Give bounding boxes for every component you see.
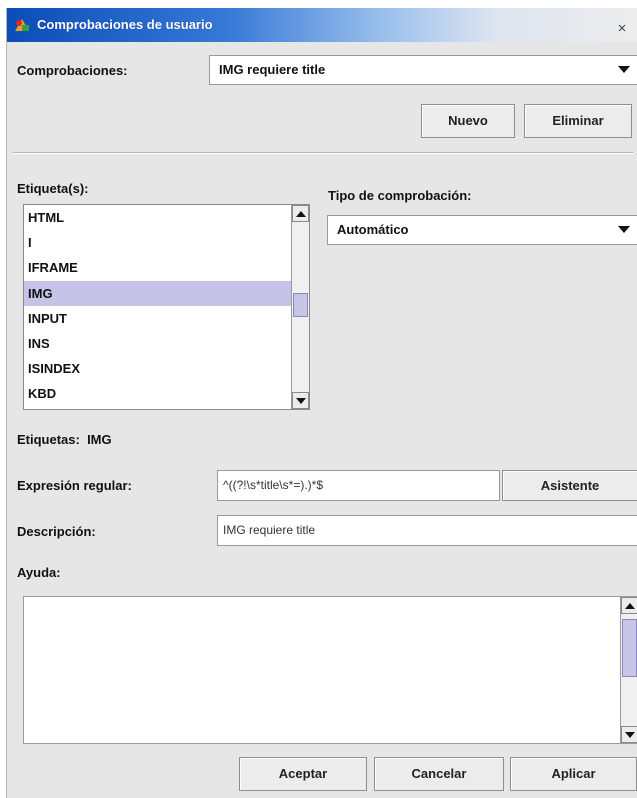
list-item-selected[interactable]: IMG bbox=[24, 280, 291, 306]
scroll-thumb[interactable] bbox=[622, 619, 637, 677]
scroll-up-icon[interactable] bbox=[621, 597, 637, 614]
dialog-window: Comprobaciones de usuario × Comprobacion… bbox=[6, 8, 637, 798]
tags-scrollbar[interactable] bbox=[291, 205, 309, 409]
delete-button[interactable]: Eliminar bbox=[524, 104, 632, 138]
check-type-dropdown[interactable]: Automático bbox=[327, 215, 637, 245]
description-input[interactable]: IMG requiere title bbox=[217, 515, 637, 546]
list-item[interactable]: IFRAME bbox=[24, 255, 291, 280]
scroll-up-icon[interactable] bbox=[292, 205, 309, 222]
tags-summary: Etiquetas: IMG bbox=[17, 432, 112, 447]
assistant-button[interactable]: Asistente bbox=[502, 470, 637, 501]
tags-label: Etiqueta(s): bbox=[17, 181, 89, 196]
close-icon[interactable]: × bbox=[611, 20, 633, 38]
check-type-selected-value: Automático bbox=[337, 222, 409, 237]
check-type-label: Tipo de comprobación: bbox=[328, 188, 472, 203]
list-item[interactable]: HTML bbox=[24, 205, 291, 230]
list-item[interactable]: KBD bbox=[24, 381, 291, 406]
list-item[interactable]: INS bbox=[24, 331, 291, 356]
chevron-down-icon bbox=[617, 56, 631, 84]
new-button[interactable]: Nuevo bbox=[421, 104, 515, 138]
cancel-button[interactable]: Cancelar bbox=[374, 757, 504, 791]
checks-dropdown[interactable]: IMG requiere title bbox=[209, 55, 637, 85]
chevron-down-icon bbox=[617, 216, 631, 244]
title-bar[interactable]: Comprobaciones de usuario × bbox=[7, 8, 637, 42]
list-item[interactable]: I bbox=[24, 230, 291, 255]
scroll-down-icon[interactable] bbox=[621, 726, 637, 743]
separator bbox=[13, 152, 633, 154]
tags-list: HTML I IFRAME IMG INPUT INS ISINDEX KBD bbox=[24, 205, 291, 409]
list-item[interactable]: INPUT bbox=[24, 306, 291, 331]
help-scrollbar[interactable] bbox=[620, 597, 637, 743]
window-title: Comprobaciones de usuario bbox=[37, 17, 213, 32]
list-item[interactable]: ISINDEX bbox=[24, 356, 291, 381]
regex-label: Expresión regular: bbox=[17, 478, 132, 493]
help-label: Ayuda: bbox=[17, 565, 61, 580]
description-label: Descripción: bbox=[17, 524, 96, 539]
accept-button[interactable]: Aceptar bbox=[239, 757, 367, 791]
regex-input[interactable]: ^((?!\s*title\s*=).)*$ bbox=[217, 470, 500, 501]
scroll-thumb[interactable] bbox=[293, 293, 308, 317]
checks-selected-value: IMG requiere title bbox=[219, 62, 326, 77]
scroll-down-icon[interactable] bbox=[292, 392, 309, 409]
tags-listbox[interactable]: HTML I IFRAME IMG INPUT INS ISINDEX KBD bbox=[23, 204, 310, 410]
checks-label: Comprobaciones: bbox=[17, 63, 128, 78]
apply-button[interactable]: Aplicar bbox=[510, 757, 637, 791]
help-textarea[interactable] bbox=[23, 596, 637, 744]
app-icon bbox=[15, 19, 29, 31]
